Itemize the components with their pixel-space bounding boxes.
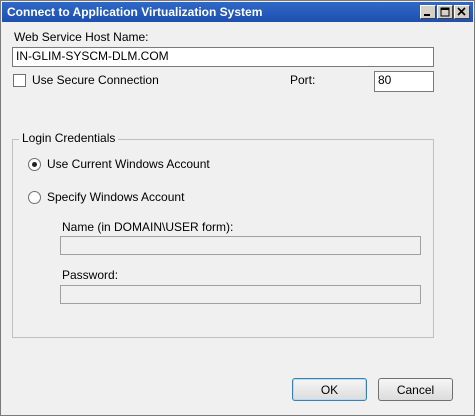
specify-account-label[interactable]: Specify Windows Account — [47, 190, 184, 204]
cancel-button[interactable]: Cancel — [378, 378, 453, 401]
use-current-account-label[interactable]: Use Current Windows Account — [47, 157, 210, 171]
account-name-input[interactable] — [60, 236, 421, 255]
host-name-label-text: Web Service Host Name: — [14, 30, 149, 44]
title-bar[interactable]: Connect to Application Virtualization Sy… — [2, 2, 473, 22]
minimize-icon — [424, 14, 430, 16]
connect-dialog: Connect to Application Virtualization Sy… — [0, 0, 475, 416]
password-label: Password: — [62, 268, 119, 282]
secure-connection-checkbox[interactable] — [13, 74, 26, 87]
maximize-icon — [440, 7, 450, 17]
specify-account-radio[interactable] — [28, 191, 41, 204]
use-current-account-radio[interactable] — [28, 158, 41, 171]
password-input[interactable] — [60, 285, 421, 304]
host-name-input[interactable]: IN-GLIM-SYSCM-DLM.COM — [12, 47, 434, 67]
account-name-label: Name (in DOMAIN\USER form): — [62, 220, 234, 234]
login-credentials-title: Login Credentials — [19, 131, 119, 145]
cancel-button-label: Cancel — [396, 382, 435, 397]
port-input[interactable]: 80 — [374, 71, 434, 92]
secure-connection-label[interactable]: Use Secure Connection — [32, 73, 159, 87]
ok-button-label: OK — [320, 382, 339, 397]
ok-button[interactable]: OK — [292, 378, 367, 401]
maximize-button[interactable] — [437, 5, 453, 19]
close-icon — [457, 7, 466, 16]
host-name-label: Web Service Host Name: — [14, 30, 149, 44]
minimize-button[interactable] — [420, 5, 436, 19]
close-button[interactable] — [454, 5, 470, 19]
port-label: Port: — [290, 73, 316, 87]
port-value: 80 — [378, 73, 392, 87]
window-title: Connect to Application Virtualization Sy… — [7, 5, 263, 19]
radio-selected-dot — [32, 162, 37, 167]
host-name-value: IN-GLIM-SYSCM-DLM.COM — [16, 49, 169, 63]
